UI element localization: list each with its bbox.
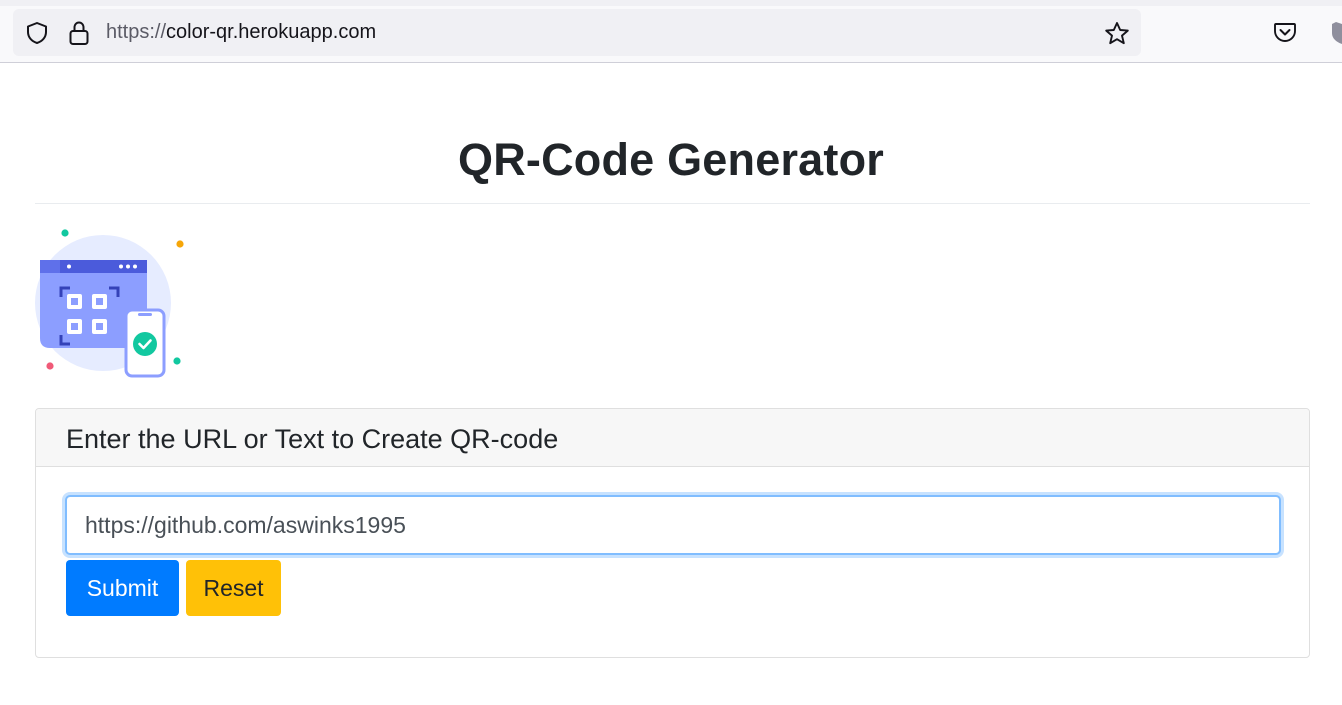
card-header: Enter the URL or Text to Create QR-code bbox=[36, 409, 1309, 467]
qr-scan-illustration bbox=[35, 229, 184, 378]
url-text-input[interactable] bbox=[65, 495, 1281, 555]
submit-button[interactable]: Submit bbox=[66, 560, 179, 616]
url-protocol: https:// bbox=[106, 21, 167, 43]
shield-icon[interactable] bbox=[25, 21, 49, 45]
page-title: QR-Code Generator bbox=[458, 134, 884, 185]
bookmark-star-icon[interactable] bbox=[1104, 21, 1130, 46]
card-header-title: Enter the URL or Text to Create QR-code bbox=[66, 424, 559, 454]
browser-toolbar: https://color-qr.herokuapp.com bbox=[0, 0, 1342, 63]
url-host: color-qr.herokuapp.com bbox=[166, 21, 377, 43]
qr-form-card: Enter the URL or Text to Create QR-code … bbox=[35, 408, 1310, 658]
title-divider bbox=[35, 203, 1310, 204]
pocket-icon[interactable] bbox=[1273, 21, 1297, 43]
lock-icon[interactable] bbox=[67, 20, 91, 46]
extension-icon[interactable] bbox=[1328, 20, 1342, 46]
tab-strip bbox=[0, 0, 1342, 6]
address-bar-url: https://color-qr.herokuapp.com bbox=[106, 21, 376, 44]
reset-button[interactable]: Reset bbox=[186, 560, 281, 616]
